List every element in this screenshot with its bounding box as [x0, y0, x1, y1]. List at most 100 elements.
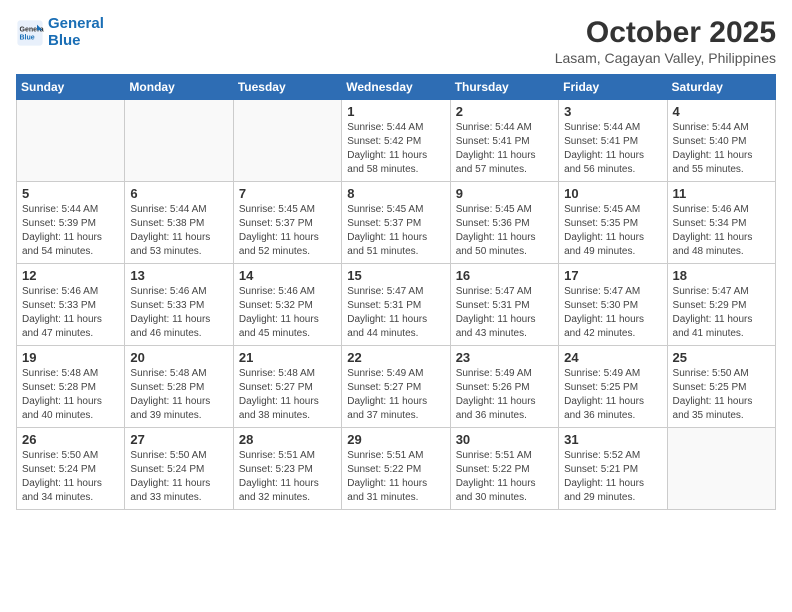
calendar-cell [17, 100, 125, 182]
cell-info: Sunrise: 5:49 AM Sunset: 5:26 PM Dayligh… [456, 367, 553, 423]
cell-info: Sunrise: 5:50 AM Sunset: 5:25 PM Dayligh… [673, 367, 770, 423]
cell-info: Sunrise: 5:49 AM Sunset: 5:27 PM Dayligh… [347, 367, 444, 423]
calendar-cell: 23 Sunrise: 5:49 AM Sunset: 5:26 PM Dayli… [450, 346, 558, 428]
cell-day-number: 29 [347, 432, 444, 447]
week-row-4: 26Sunrise: 5:50 AM Sunset: 5:24 PM Dayli… [17, 428, 776, 510]
calendar-cell: 10 Sunrise: 5:45 AM Sunset: 5:35 PM Dayli… [559, 182, 667, 264]
calendar-cell: 26Sunrise: 5:50 AM Sunset: 5:24 PM Dayli… [17, 428, 125, 510]
cell-day-number: 7 [239, 186, 336, 201]
cell-info: Sunrise: 5:48 AM Sunset: 5:27 PM Dayligh… [239, 367, 336, 423]
calendar-cell: 31 Sunrise: 5:52 AM Sunset: 5:21 PM Dayli… [559, 428, 667, 510]
cell-day-number: 2 [456, 104, 553, 119]
cell-day-number: 1 [347, 104, 444, 119]
week-row-2: 12 Sunrise: 5:46 AM Sunset: 5:33 PM Dayli… [17, 264, 776, 346]
cell-day-number: 16 [456, 268, 553, 283]
cell-info: Sunrise: 5:45 AM Sunset: 5:35 PM Dayligh… [564, 203, 661, 259]
calendar-cell: 1 Sunrise: 5:44 AM Sunset: 5:42 PM Daylig… [342, 100, 450, 182]
calendar-cell [233, 100, 341, 182]
cell-info: Sunrise: 5:47 AM Sunset: 5:30 PM Dayligh… [564, 285, 661, 341]
cell-day-number: 30 [456, 432, 553, 447]
cell-day-number: 21 [239, 350, 336, 365]
cell-info: Sunrise: 5:52 AM Sunset: 5:21 PM Dayligh… [564, 449, 661, 505]
calendar-table: SundayMondayTuesdayWednesdayThursdayFrid… [16, 74, 776, 510]
svg-text:Blue: Blue [20, 34, 35, 41]
header-monday: Monday [125, 75, 233, 100]
cell-day-number: 6 [130, 186, 227, 201]
calendar-cell: 13 Sunrise: 5:46 AM Sunset: 5:33 PM Dayli… [125, 264, 233, 346]
cell-info: Sunrise: 5:46 AM Sunset: 5:32 PM Dayligh… [239, 285, 336, 341]
week-row-0: 1 Sunrise: 5:44 AM Sunset: 5:42 PM Daylig… [17, 100, 776, 182]
cell-day-number: 20 [130, 350, 227, 365]
calendar-cell: 7 Sunrise: 5:45 AM Sunset: 5:37 PM Daylig… [233, 182, 341, 264]
cell-info: Sunrise: 5:45 AM Sunset: 5:37 PM Dayligh… [239, 203, 336, 259]
calendar-header-row: SundayMondayTuesdayWednesdayThursdayFrid… [17, 75, 776, 100]
calendar-cell: 15 Sunrise: 5:47 AM Sunset: 5:31 PM Dayli… [342, 264, 450, 346]
calendar-cell: 5 Sunrise: 5:44 AM Sunset: 5:39 PM Daylig… [17, 182, 125, 264]
cell-day-number: 13 [130, 268, 227, 283]
cell-day-number: 8 [347, 186, 444, 201]
cell-day-number: 23 [456, 350, 553, 365]
calendar-cell: 9Sunrise: 5:45 AM Sunset: 5:36 PM Daylig… [450, 182, 558, 264]
calendar-cell [125, 100, 233, 182]
cell-info: Sunrise: 5:44 AM Sunset: 5:41 PM Dayligh… [564, 121, 661, 177]
header-wednesday: Wednesday [342, 75, 450, 100]
calendar-cell: 25Sunrise: 5:50 AM Sunset: 5:25 PM Dayli… [667, 346, 775, 428]
cell-day-number: 31 [564, 432, 661, 447]
cell-day-number: 10 [564, 186, 661, 201]
cell-info: Sunrise: 5:44 AM Sunset: 5:39 PM Dayligh… [22, 203, 119, 259]
cell-day-number: 9 [456, 186, 553, 201]
calendar-cell: 20Sunrise: 5:48 AM Sunset: 5:28 PM Dayli… [125, 346, 233, 428]
calendar-cell: 11 Sunrise: 5:46 AM Sunset: 5:34 PM Dayli… [667, 182, 775, 264]
cell-day-number: 15 [347, 268, 444, 283]
calendar-cell: 22 Sunrise: 5:49 AM Sunset: 5:27 PM Dayli… [342, 346, 450, 428]
calendar-cell: 21 Sunrise: 5:48 AM Sunset: 5:27 PM Dayli… [233, 346, 341, 428]
week-row-3: 19Sunrise: 5:48 AM Sunset: 5:28 PM Dayli… [17, 346, 776, 428]
cell-day-number: 18 [673, 268, 770, 283]
calendar-cell: 18 Sunrise: 5:47 AM Sunset: 5:29 PM Dayli… [667, 264, 775, 346]
calendar-title: October 2025 [555, 16, 776, 50]
calendar-cell: 8 Sunrise: 5:45 AM Sunset: 5:37 PM Daylig… [342, 182, 450, 264]
cell-info: Sunrise: 5:44 AM Sunset: 5:38 PM Dayligh… [130, 203, 227, 259]
logo: General Blue General Blue [16, 16, 104, 49]
cell-info: Sunrise: 5:50 AM Sunset: 5:24 PM Dayligh… [22, 449, 119, 505]
cell-day-number: 12 [22, 268, 119, 283]
header: General Blue General Blue October 2025 L… [16, 16, 776, 66]
cell-info: Sunrise: 5:44 AM Sunset: 5:40 PM Dayligh… [673, 121, 770, 177]
cell-info: Sunrise: 5:50 AM Sunset: 5:24 PM Dayligh… [130, 449, 227, 505]
calendar-cell: 14Sunrise: 5:46 AM Sunset: 5:32 PM Dayli… [233, 264, 341, 346]
title-area: October 2025 Lasam, Cagayan Valley, Phil… [555, 16, 776, 66]
cell-info: Sunrise: 5:45 AM Sunset: 5:37 PM Dayligh… [347, 203, 444, 259]
cell-info: Sunrise: 5:46 AM Sunset: 5:34 PM Dayligh… [673, 203, 770, 259]
calendar-cell: 24Sunrise: 5:49 AM Sunset: 5:25 PM Dayli… [559, 346, 667, 428]
cell-info: Sunrise: 5:44 AM Sunset: 5:42 PM Dayligh… [347, 121, 444, 177]
cell-day-number: 5 [22, 186, 119, 201]
logo-icon: General Blue [16, 19, 44, 47]
calendar-cell: 12 Sunrise: 5:46 AM Sunset: 5:33 PM Dayli… [17, 264, 125, 346]
calendar-cell: 27 Sunrise: 5:50 AM Sunset: 5:24 PM Dayli… [125, 428, 233, 510]
cell-info: Sunrise: 5:51 AM Sunset: 5:22 PM Dayligh… [347, 449, 444, 505]
cell-day-number: 27 [130, 432, 227, 447]
cell-info: Sunrise: 5:46 AM Sunset: 5:33 PM Dayligh… [130, 285, 227, 341]
cell-day-number: 11 [673, 186, 770, 201]
calendar-cell: 2Sunrise: 5:44 AM Sunset: 5:41 PM Daylig… [450, 100, 558, 182]
header-thursday: Thursday [450, 75, 558, 100]
cell-info: Sunrise: 5:46 AM Sunset: 5:33 PM Dayligh… [22, 285, 119, 341]
cell-info: Sunrise: 5:47 AM Sunset: 5:29 PM Dayligh… [673, 285, 770, 341]
calendar-cell: 16 Sunrise: 5:47 AM Sunset: 5:31 PM Dayli… [450, 264, 558, 346]
logo-text: General Blue [48, 16, 104, 49]
calendar-cell: 3 Sunrise: 5:44 AM Sunset: 5:41 PM Daylig… [559, 100, 667, 182]
cell-day-number: 3 [564, 104, 661, 119]
cell-info: Sunrise: 5:47 AM Sunset: 5:31 PM Dayligh… [347, 285, 444, 341]
header-friday: Friday [559, 75, 667, 100]
header-tuesday: Tuesday [233, 75, 341, 100]
cell-info: Sunrise: 5:48 AM Sunset: 5:28 PM Dayligh… [22, 367, 119, 423]
cell-day-number: 22 [347, 350, 444, 365]
calendar-subtitle: Lasam, Cagayan Valley, Philippines [555, 50, 776, 66]
cell-info: Sunrise: 5:51 AM Sunset: 5:22 PM Dayligh… [456, 449, 553, 505]
cell-info: Sunrise: 5:49 AM Sunset: 5:25 PM Dayligh… [564, 367, 661, 423]
calendar-cell: 6 Sunrise: 5:44 AM Sunset: 5:38 PM Daylig… [125, 182, 233, 264]
cell-info: Sunrise: 5:51 AM Sunset: 5:23 PM Dayligh… [239, 449, 336, 505]
calendar-cell [667, 428, 775, 510]
week-row-1: 5 Sunrise: 5:44 AM Sunset: 5:39 PM Daylig… [17, 182, 776, 264]
cell-info: Sunrise: 5:47 AM Sunset: 5:31 PM Dayligh… [456, 285, 553, 341]
